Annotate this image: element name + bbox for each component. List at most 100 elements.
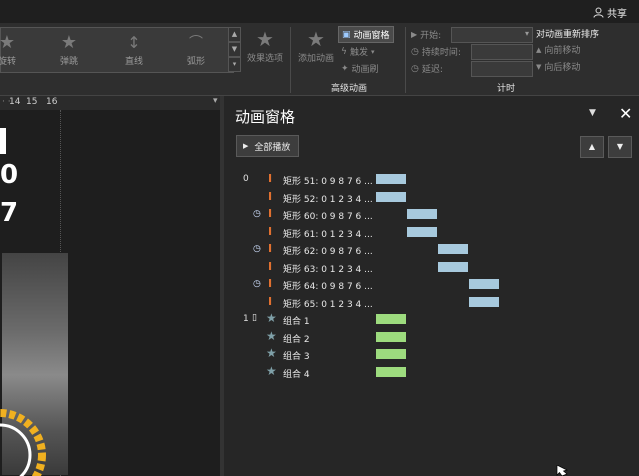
timeline-bar[interactable] bbox=[469, 296, 499, 307]
effect-options-button[interactable]: ★ 效果选项 bbox=[244, 27, 286, 64]
animation-painter-button[interactable]: ✦ 动画刷 bbox=[338, 60, 394, 77]
animation-row[interactable]: ★ 组合 3 bbox=[224, 346, 639, 363]
arc-path-icon: ⌒ bbox=[189, 35, 203, 51]
play-all-label: 全部播放 bbox=[254, 142, 291, 153]
motion-path-icon: Ⅰ bbox=[268, 277, 273, 290]
painter-icon: ✦ bbox=[341, 63, 349, 74]
animation-row[interactable]: 0 Ⅰ 矩形 51: 0 9 8 7 6 ... bbox=[224, 171, 639, 188]
animation-row[interactable]: ◷ Ⅰ 矩形 64: 0 9 8 7 6 ... bbox=[224, 276, 639, 293]
triangle-up-icon: ▲ bbox=[588, 142, 596, 151]
star-effect-icon: ★ bbox=[256, 27, 274, 51]
motion-path-icon: Ⅰ bbox=[268, 259, 273, 273]
move-up-button[interactable]: ▲ bbox=[580, 136, 604, 158]
gallery-item-arc[interactable]: ⌒ 弧形 bbox=[176, 32, 216, 67]
move-earlier-label: 向前移动 bbox=[544, 46, 581, 56]
gallery-item-label: 直线 bbox=[124, 57, 143, 67]
timeline-bar[interactable] bbox=[438, 261, 468, 272]
timeline-bar[interactable] bbox=[376, 331, 406, 342]
lightning-icon: ϟ bbox=[341, 46, 347, 57]
gallery-item-label: 旋转 bbox=[0, 57, 16, 67]
animation-row[interactable]: Ⅰ 矩形 52: 0 1 2 3 4 ... bbox=[224, 189, 639, 206]
timeline-bar[interactable] bbox=[376, 314, 406, 324]
animation-row[interactable]: ◷ Ⅰ 矩形 62: 0 9 8 7 6 ... bbox=[224, 241, 639, 258]
effect-options-label: 效果选项 bbox=[246, 54, 283, 64]
duration-input[interactable] bbox=[471, 43, 533, 60]
row-order-number: 0 bbox=[243, 174, 249, 184]
share-button[interactable]: 共享 bbox=[593, 5, 627, 20]
timeline-bar[interactable] bbox=[469, 279, 499, 289]
clock-icon: ◷ bbox=[411, 63, 419, 74]
row-label: 矩形 60: 0 9 8 7 6 ... bbox=[283, 212, 373, 222]
row-label: 矩形 62: 0 9 8 7 6 ... bbox=[283, 247, 373, 257]
animation-row[interactable]: ★ 组合 4 bbox=[224, 364, 639, 381]
timeline-bar[interactable] bbox=[376, 191, 406, 202]
move-earlier-button[interactable]: ▲ 向前移动 bbox=[536, 41, 636, 58]
star-bounce-icon: ★ bbox=[60, 32, 78, 53]
trigger-label: 触发 bbox=[349, 48, 368, 58]
user-icon bbox=[593, 7, 604, 18]
row-label: 矩形 64: 0 9 8 7 6 ... bbox=[283, 282, 373, 292]
animation-pane-label: 动画窗格 bbox=[353, 31, 390, 41]
row-label: 矩形 61: 0 1 2 3 4 ... bbox=[283, 229, 373, 240]
motion-path-icon: Ⅰ bbox=[268, 207, 273, 220]
mouse-cursor-icon bbox=[556, 465, 568, 476]
ruler-marker-icon: ▾ bbox=[213, 96, 218, 106]
entrance-star-icon: ★ bbox=[266, 311, 277, 325]
timeline-bar[interactable] bbox=[376, 174, 406, 184]
triangle-up-icon: ▲ bbox=[536, 45, 542, 54]
move-down-button[interactable]: ▼ bbox=[608, 136, 632, 158]
pane-options-icon[interactable]: ▼ bbox=[589, 108, 596, 118]
animation-pane-button[interactable]: ▣ 动画窗格 bbox=[338, 26, 394, 43]
add-animation-button[interactable]: ★ 添加动画 bbox=[296, 27, 336, 64]
animation-row[interactable]: ★ 组合 2 bbox=[224, 329, 639, 346]
close-icon[interactable]: ✕ bbox=[619, 104, 632, 123]
ruler-mark: 14 bbox=[9, 97, 21, 107]
timeline-bar[interactable] bbox=[376, 349, 406, 359]
gallery-item-bounce[interactable]: ★ 弹跳 bbox=[49, 32, 89, 67]
gallery-up-icon[interactable]: ▲ bbox=[228, 27, 241, 42]
line-path-icon: ↕ bbox=[127, 33, 141, 52]
delay-input[interactable] bbox=[471, 60, 533, 77]
reorder-title: 对动画重新排序 bbox=[536, 30, 600, 40]
gallery-scroll: ▲ ▼ ▾ bbox=[228, 27, 241, 72]
animation-row[interactable]: Ⅰ 矩形 65: 0 1 2 3 4 ... bbox=[224, 294, 639, 311]
chevron-down-icon: ▾ bbox=[370, 47, 375, 56]
move-later-button[interactable]: ▼ 向后移动 bbox=[536, 58, 636, 75]
entrance-star-icon: ★ bbox=[266, 363, 277, 378]
gallery-expand-icon[interactable]: ▾ bbox=[228, 57, 241, 72]
entrance-star-icon: ★ bbox=[266, 346, 277, 360]
animation-row[interactable]: Ⅰ 矩形 61: 0 1 2 3 4 ... bbox=[224, 224, 639, 241]
advanced-group-label: 高级动画 bbox=[330, 84, 367, 94]
trigger-button[interactable]: ϟ 触发 ▾ bbox=[338, 43, 394, 60]
gallery-item-line[interactable]: ↕ 直线 bbox=[114, 32, 154, 67]
duration-row: ◷ 持续时间: bbox=[411, 43, 533, 60]
timeline-bar[interactable] bbox=[438, 244, 468, 254]
play-icon: ▶ bbox=[411, 30, 418, 39]
timeline-bar[interactable] bbox=[376, 366, 406, 377]
row-order-number: 1 bbox=[243, 314, 249, 324]
chevron-down-icon: ▾ bbox=[524, 28, 529, 38]
animation-pane: 动画窗格 ▼ ✕ ▶ 全部播放 ▲ ▼ 0 Ⅰ 矩形 51: 0 9 8 7 6 .… bbox=[224, 96, 639, 476]
animation-row[interactable]: ◷ Ⅰ 矩形 60: 0 9 8 7 6 ... bbox=[224, 206, 639, 223]
play-all-button[interactable]: ▶ 全部播放 bbox=[236, 135, 299, 157]
start-select[interactable]: ▾ bbox=[451, 26, 533, 43]
clock-icon: ◷ bbox=[253, 279, 261, 289]
star-spin-icon: ★ bbox=[0, 32, 16, 53]
animation-pane-icon: ▣ bbox=[342, 29, 351, 40]
timeline-bar[interactable] bbox=[407, 209, 437, 219]
title-strip: 共享 bbox=[0, 0, 639, 23]
animation-row[interactable]: Ⅰ 矩形 63: 0 1 2 3 4 ... bbox=[224, 259, 639, 276]
slide-canvas[interactable]: 0 7 bbox=[0, 110, 220, 476]
row-label: 矩形 63: 0 1 2 3 4 ... bbox=[283, 264, 373, 275]
timeline-bar[interactable] bbox=[407, 226, 437, 237]
gallery-item-spin[interactable]: ★ 旋转 bbox=[0, 32, 27, 67]
gallery-down-icon[interactable]: ▼ bbox=[228, 42, 241, 57]
advanced-small-buttons: ▣ 动画窗格 ϟ 触发 ▾ ✦ 动画刷 bbox=[338, 26, 394, 77]
add-star-icon: ★ bbox=[307, 27, 325, 51]
gallery-item-label: 弧形 bbox=[186, 57, 205, 67]
duration-label: 持续时间: bbox=[421, 48, 461, 58]
row-label: 组合 4 bbox=[283, 369, 310, 380]
reorder-group: 对动画重新排序 ▲ 向前移动 ▼ 向后移动 bbox=[536, 27, 636, 75]
animation-row[interactable]: 1 ▯ ★ 组合 1 bbox=[224, 311, 639, 328]
ribbon: ★ 旋转 ★ 弹跳 ↕ 直线 ⌒ 弧形 ▲ ▼ ▾ ★ 效果选项 ★ 添加动画 bbox=[0, 23, 639, 96]
